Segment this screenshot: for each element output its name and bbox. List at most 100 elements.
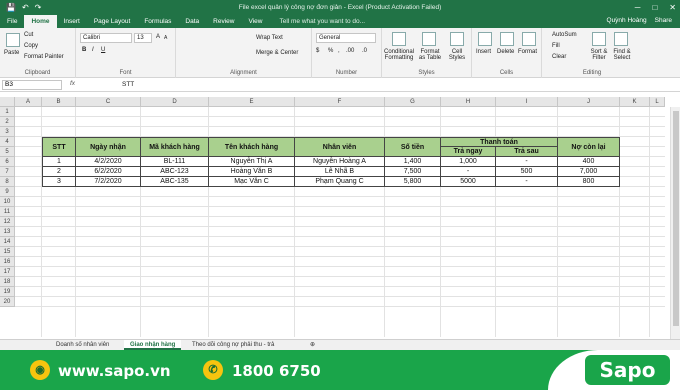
tab-page-layout[interactable]: Page Layout: [87, 15, 138, 28]
copy-button[interactable]: Copy: [24, 43, 38, 49]
cell-ten-khach-hang[interactable]: Hoàng Văn B: [209, 167, 295, 177]
vertical-scrollbar[interactable]: [670, 107, 680, 339]
header-so-tien[interactable]: Số tiền: [385, 137, 441, 157]
row-header[interactable]: 17: [0, 267, 15, 277]
row-header[interactable]: 15: [0, 247, 15, 257]
cell-ma-khach-hang[interactable]: ABC-123: [141, 167, 209, 177]
column-header-j[interactable]: J: [558, 97, 620, 107]
tab-review[interactable]: Review: [206, 15, 241, 28]
column-header-l[interactable]: L: [650, 97, 665, 107]
row-header[interactable]: 19: [0, 287, 15, 297]
tab-insert[interactable]: Insert: [57, 15, 87, 28]
cell-tra-sau[interactable]: -: [496, 177, 558, 187]
row-header[interactable]: 8: [0, 177, 15, 187]
cell-stt[interactable]: 3: [42, 177, 76, 187]
conditional-formatting-icon[interactable]: [392, 32, 406, 46]
tell-me-search[interactable]: Tell me what you want to do...: [279, 15, 365, 28]
header-stt[interactable]: STT: [42, 137, 76, 157]
cell-tra-ngay[interactable]: -: [441, 167, 496, 177]
row-header[interactable]: 18: [0, 277, 15, 287]
header-ngay-nhan[interactable]: Ngày nhận: [76, 137, 141, 157]
cell-tra-ngay[interactable]: 5000: [441, 177, 496, 187]
cell-so-tien[interactable]: 7,500: [385, 167, 441, 177]
cell-ngay-nhan[interactable]: 4/2/2020: [76, 157, 141, 167]
cell-so-tien[interactable]: 5,800: [385, 177, 441, 187]
underline-button[interactable]: U: [101, 47, 105, 53]
cell-ma-khach-hang[interactable]: BL-111: [141, 157, 209, 167]
minimize-button[interactable]: ─: [635, 3, 641, 12]
header-tra-sau[interactable]: Trả sau: [496, 147, 558, 157]
decrease-decimal-button[interactable]: .0: [362, 48, 367, 54]
currency-button[interactable]: $: [316, 48, 319, 54]
format-as-table-icon[interactable]: [422, 32, 436, 46]
italic-button[interactable]: I: [92, 47, 94, 53]
header-tra-ngay[interactable]: Trả ngay: [441, 147, 496, 157]
row-header[interactable]: 5: [0, 147, 15, 157]
cell-ngay-nhan[interactable]: 6/2/2020: [76, 167, 141, 177]
sort-filter-button[interactable]: Sort & Filter: [588, 49, 610, 61]
cell-no-con-lai[interactable]: 400: [558, 157, 620, 167]
sheet-tab-doanh-so[interactable]: Doanh số nhân viên: [50, 340, 115, 350]
column-header-k[interactable]: K: [620, 97, 650, 107]
column-header-d[interactable]: D: [141, 97, 209, 107]
fill-button[interactable]: Fill: [552, 43, 560, 49]
row-header[interactable]: 3: [0, 127, 15, 137]
column-header-h[interactable]: H: [441, 97, 496, 107]
add-sheet-icon[interactable]: ⊕: [304, 340, 321, 350]
cut-button[interactable]: Cut: [24, 32, 33, 38]
row-header[interactable]: 13: [0, 227, 15, 237]
cell-no-con-lai[interactable]: 800: [558, 177, 620, 187]
merge-center-button[interactable]: Merge & Center: [256, 50, 298, 56]
paste-button[interactable]: Paste: [4, 50, 19, 56]
row-header[interactable]: 20: [0, 297, 15, 307]
paste-icon[interactable]: [6, 33, 20, 47]
cell-nhan-vien[interactable]: Nguyễn Hoàng A: [295, 157, 385, 167]
user-name[interactable]: Quỳnh Hoàng: [607, 14, 647, 28]
row-header[interactable]: 9: [0, 187, 15, 197]
column-header-a[interactable]: A: [15, 97, 42, 107]
cell-stt[interactable]: 2: [42, 167, 76, 177]
row-header[interactable]: 16: [0, 257, 15, 267]
cell-ngay-nhan[interactable]: 7/2/2020: [76, 177, 141, 187]
format-cells-icon[interactable]: [522, 32, 536, 46]
tab-view[interactable]: View: [241, 15, 269, 28]
cell-tra-sau[interactable]: -: [496, 157, 558, 167]
header-ma-khach-hang[interactable]: Mã khách hàng: [141, 137, 209, 157]
tab-home[interactable]: Home: [24, 15, 57, 28]
cell-ma-khach-hang[interactable]: ABC-135: [141, 177, 209, 187]
select-all-corner[interactable]: [0, 97, 15, 107]
header-thanh-toan[interactable]: Thanh toán: [441, 137, 558, 147]
cell-nhan-vien[interactable]: Phạm Quang C: [295, 177, 385, 187]
website-text[interactable]: www.sapo.vn: [58, 362, 171, 380]
font-size-dropdown[interactable]: 13: [134, 33, 152, 43]
row-header[interactable]: 2: [0, 117, 15, 127]
column-header-f[interactable]: F: [295, 97, 385, 107]
format-button[interactable]: Format: [518, 49, 537, 55]
tab-formulas[interactable]: Formulas: [137, 15, 178, 28]
cell-so-tien[interactable]: 1,400: [385, 157, 441, 167]
column-header-i[interactable]: I: [496, 97, 558, 107]
row-header[interactable]: 14: [0, 237, 15, 247]
insert-button[interactable]: Insert: [476, 49, 491, 55]
shrink-font-button[interactable]: A: [164, 35, 167, 41]
percent-button[interactable]: %: [328, 48, 333, 54]
bold-button[interactable]: B: [82, 47, 86, 53]
cell-no-con-lai[interactable]: 7,000: [558, 167, 620, 177]
row-header[interactable]: 6: [0, 157, 15, 167]
share-button[interactable]: Share: [655, 14, 672, 28]
row-header[interactable]: 4: [0, 137, 15, 147]
find-select-icon[interactable]: [614, 32, 628, 46]
close-button[interactable]: ✕: [669, 3, 676, 12]
autosum-button[interactable]: AutoSum: [552, 32, 577, 38]
scrollbar-thumb[interactable]: [673, 111, 679, 326]
delete-button[interactable]: Delete: [497, 49, 514, 55]
sheet-tab-cong-no[interactable]: Theo dõi công nợ phải thu - trả: [186, 340, 280, 350]
font-name-dropdown[interactable]: Calibri: [80, 33, 132, 43]
restore-button[interactable]: □: [652, 3, 657, 12]
row-header[interactable]: 12: [0, 217, 15, 227]
comma-button[interactable]: ,: [338, 48, 340, 54]
cell-tra-ngay[interactable]: 1,000: [441, 157, 496, 167]
phone-text[interactable]: 1800 6750: [232, 362, 321, 380]
delete-cells-icon[interactable]: [500, 32, 514, 46]
format-painter-button[interactable]: Format Painter: [24, 54, 64, 60]
